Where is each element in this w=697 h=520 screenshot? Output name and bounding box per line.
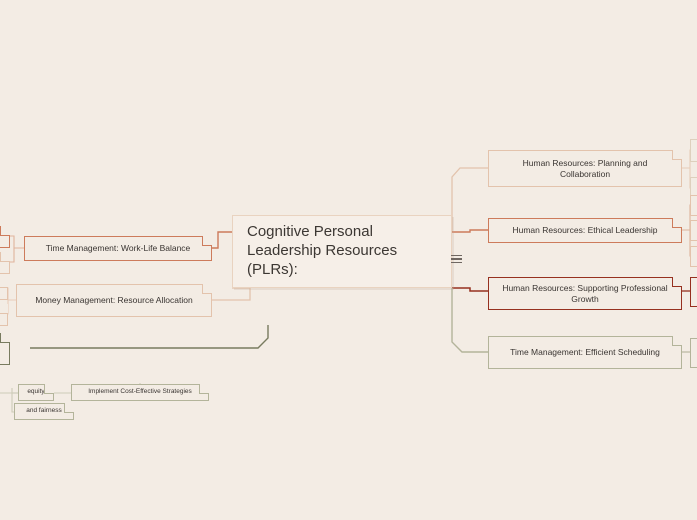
node-mm-resource-label: Money Management: Resource Allocation xyxy=(35,295,193,306)
edge-root-mm-resource xyxy=(212,287,251,301)
node-tm-scheduling[interactable]: Time Management: Efficient Scheduling xyxy=(488,336,682,369)
node-cost-effective[interactable]: Implement Cost-Effective Strategies xyxy=(71,384,209,401)
node-hr-planning[interactable]: Human Resources: Planning and Collaborat… xyxy=(488,150,682,187)
node-offscreen-right-5[interactable] xyxy=(690,246,697,267)
node-fairness[interactable]: and fairness xyxy=(14,403,74,420)
node-offscreen-right-1[interactable] xyxy=(690,139,697,162)
node-offscreen-right-4[interactable] xyxy=(690,220,697,241)
hamburger-collapse-icon[interactable] xyxy=(451,252,465,266)
node-offscreen-right-6[interactable] xyxy=(690,277,697,307)
node-hr-ethical[interactable]: Human Resources: Ethical Leadership xyxy=(488,218,682,243)
node-offscreen-right-7[interactable] xyxy=(690,338,697,368)
node-hr-growth[interactable]: Human Resources: Supporting Professional… xyxy=(488,277,682,310)
edge-root-hr-planning xyxy=(451,167,488,232)
node-tm-worklife-label: Time Management: Work-Life Balance xyxy=(45,243,191,254)
node-hr-ethical-label: Human Resources: Ethical Leadership xyxy=(512,225,658,236)
node-mm-resource[interactable]: Money Management: Resource Allocation xyxy=(16,284,212,317)
root-node[interactable]: Cognitive Personal Leadership Resources … xyxy=(232,215,452,288)
node-hr-growth-label: Human Resources: Supporting Professional… xyxy=(502,282,668,304)
node-offscreen-right-3[interactable] xyxy=(690,195,697,216)
edge-root-tm-scheduling xyxy=(451,288,488,353)
node-equity[interactable]: equity xyxy=(18,384,54,401)
edge-root-offscreen-olive xyxy=(30,325,269,349)
node-offscreen-left-4[interactable] xyxy=(0,304,8,326)
node-offscreen-left-olive[interactable] xyxy=(0,333,10,365)
node-offscreen-left-3[interactable] xyxy=(0,278,8,300)
edge-root-hr-growth xyxy=(452,287,488,292)
node-offscreen-left-2[interactable] xyxy=(0,252,10,274)
edge-root-tm-worklife xyxy=(212,231,232,249)
node-offscreen-left-1[interactable] xyxy=(0,226,10,248)
node-tm-scheduling-label: Time Management: Efficient Scheduling xyxy=(510,347,660,358)
edge-root-hr-ethical xyxy=(452,229,488,233)
node-fairness-label: and fairness xyxy=(26,407,62,415)
node-cost-effective-label: Implement Cost-Effective Strategies xyxy=(88,388,192,396)
node-tm-worklife[interactable]: Time Management: Work-Life Balance xyxy=(24,236,212,261)
node-hr-planning-label: Human Resources: Planning and Collaborat… xyxy=(522,157,648,179)
node-equity-label: equity xyxy=(27,388,45,396)
root-node-label: Cognitive Personal Leadership Resources … xyxy=(247,223,398,278)
mindmap-canvas[interactable]: Cognitive Personal Leadership Resources … xyxy=(0,0,697,520)
